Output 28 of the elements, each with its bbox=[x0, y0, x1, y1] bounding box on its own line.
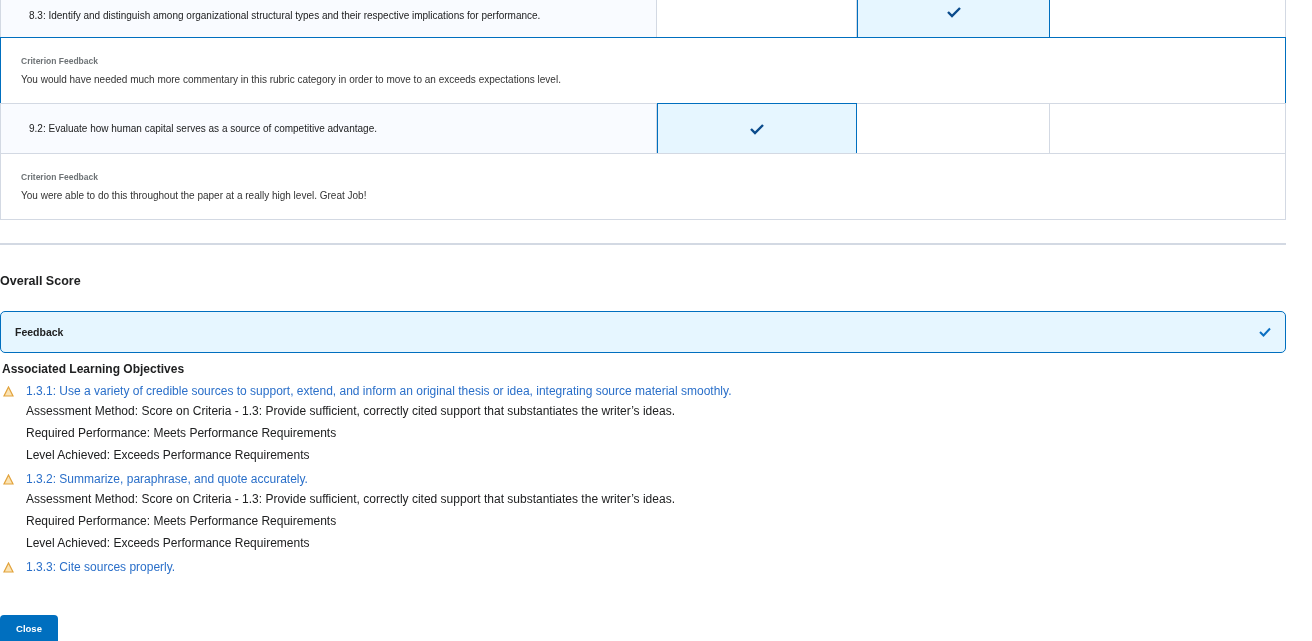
objective-detail: Required Performance: Meets Performance Requirements bbox=[25, 425, 338, 442]
feedback-label: Feedback bbox=[15, 326, 64, 338]
feedback-panel[interactable]: Feedback bbox=[0, 311, 1286, 353]
warning-icon bbox=[3, 385, 14, 397]
objective-detail: Assessment Method: Score on Criteria - 1.3: Provide sufficient, correctly cited support that substantiates the writer’s ideas. bbox=[25, 491, 676, 508]
objective-link[interactable]: 1.3.2: Summarize, paraphrase, and quote accurately. bbox=[26, 472, 308, 486]
feedback-label: Criterion Feedback bbox=[21, 56, 99, 66]
level-cell[interactable] bbox=[657, 103, 857, 154]
level-cell[interactable] bbox=[857, 0, 1050, 38]
feedback-label: Criterion Feedback bbox=[21, 172, 99, 182]
close-button[interactable]: Close bbox=[0, 615, 58, 641]
objective-detail: Required Performance: Meets Performance Requirements bbox=[25, 513, 338, 530]
criterion-text: 9.2: Evaluate how human capital serves as a source of competitive advantage. bbox=[29, 123, 377, 134]
warning-icon bbox=[3, 561, 14, 573]
objective-detail: Level Achieved: Exceeds Performance Requirements bbox=[25, 447, 311, 464]
section-title: Associated Learning Objectives bbox=[2, 362, 186, 376]
objective-link[interactable]: 1.3.1: Use a variety of credible sources to support, extend, and inform an original thesis or idea, integrating source material smoothly. bbox=[26, 384, 732, 398]
feedback-text: You would have needed much more commentary in this rubric category in order to move to an exceeds expectations level. bbox=[21, 74, 562, 85]
objective-detail: Level Achieved: Exceeds Performance Requirements bbox=[25, 535, 311, 552]
checkmark-icon bbox=[749, 122, 765, 135]
checkmark-icon bbox=[1259, 327, 1271, 337]
objective-link[interactable]: 1.3.3: Cite sources properly. bbox=[26, 560, 176, 574]
criterion-text: 8.3: Identify and distinguish among organizational structural types and their respective implications for performance. bbox=[29, 10, 541, 21]
feedback-text: You were able to do this throughout the paper at a really high level. Great Job! bbox=[21, 190, 368, 201]
warning-icon bbox=[3, 473, 14, 485]
checkmark-icon bbox=[945, 6, 962, 18]
objective-detail: Assessment Method: Score on Criteria - 1.3: Provide sufficient, correctly cited support that substantiates the writer’s ideas. bbox=[25, 403, 676, 420]
section-title: Overall Score bbox=[0, 274, 82, 288]
